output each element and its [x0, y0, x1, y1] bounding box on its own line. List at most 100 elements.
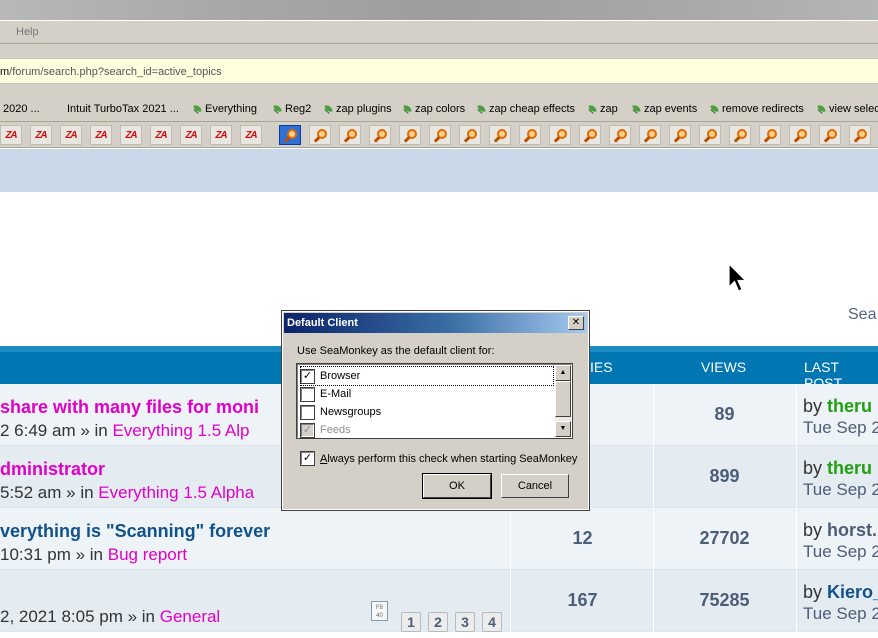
forum-link[interactable]: Everything 1.5 Alpha	[98, 483, 254, 502]
topic-title-link[interactable]: dministrator	[0, 459, 105, 480]
bookmark-label: zap cheap effects	[489, 103, 576, 115]
bookmark-item[interactable]: 2020 ...	[3, 103, 40, 115]
zap-button-icon[interactable]: ZA	[210, 125, 232, 145]
scroll-thumb[interactable]	[555, 381, 571, 417]
search-button-icon[interactable]	[849, 125, 871, 145]
zap-glyph: ZA	[35, 129, 47, 141]
search-button-icon[interactable]	[309, 125, 331, 145]
client-option[interactable]: ✓ Feeds	[300, 421, 553, 439]
column-views: VIEWS	[701, 359, 747, 375]
search-button-icon[interactable]	[369, 125, 391, 145]
search-button-icon[interactable]	[459, 125, 481, 145]
close-icon[interactable]: ✕	[568, 316, 584, 330]
author-link[interactable]: theru	[827, 458, 872, 478]
bookmark-leaf-icon	[324, 104, 333, 115]
topic-meta: 10:31 pm » in Bug report	[0, 545, 187, 565]
topic-time: 2, 2021 8:05 pm » in	[0, 607, 160, 626]
ok-button[interactable]: OK	[422, 473, 492, 499]
client-listbox[interactable]: ✓ Browser E-Mail Newsgroups ✓ Feeds ▲ ▼	[296, 363, 573, 439]
client-label: Browser	[320, 370, 361, 382]
dialog-title-bar[interactable]: Default Client ✕	[284, 313, 587, 333]
bookmark-item[interactable]: zap	[588, 103, 618, 115]
magnifier-icon	[796, 128, 807, 139]
listbox-scrollbar[interactable]: ▲ ▼	[555, 365, 571, 437]
menu-bar: Help	[0, 20, 878, 44]
views-count: 27702	[699, 528, 750, 548]
bookmark-item[interactable]: zap plugins	[324, 103, 392, 115]
search-button-icon[interactable]	[669, 125, 691, 145]
pagination-link[interactable]: 1	[401, 612, 421, 632]
bookmark-item[interactable]: view selec	[817, 103, 878, 115]
forum-link[interactable]: General	[160, 607, 220, 626]
bookmark-item[interactable]: zap events	[632, 103, 697, 115]
last-post-date: Tue Sep 2	[803, 542, 878, 561]
zap-button-icon[interactable]: ZA	[0, 125, 22, 145]
url-text[interactable]: m/forum/search.php?search_id=active_topi…	[0, 66, 222, 78]
magnifier-icon	[586, 128, 597, 139]
zap-button-icon[interactable]: ZA	[90, 125, 112, 145]
forum-link[interactable]: Everything 1.5 Alp	[112, 421, 249, 440]
client-checkbox[interactable]	[300, 404, 315, 420]
pagination-link[interactable]: 3	[455, 612, 475, 632]
magnifier-icon	[286, 128, 297, 139]
search-link[interactable]: Sea	[848, 306, 876, 324]
magnifier-icon	[676, 128, 687, 139]
search-button-icon[interactable]	[789, 125, 811, 145]
zap-glyph: ZA	[245, 129, 257, 141]
bookmark-item[interactable]: Intuit TurboTax 2021 ...	[67, 103, 179, 115]
scroll-down-icon[interactable]: ▼	[555, 421, 571, 437]
search-button-icon[interactable]	[579, 125, 601, 145]
author-link[interactable]: horst.	[827, 520, 877, 540]
search-button-icon[interactable]	[699, 125, 721, 145]
client-option[interactable]: ✓ Browser	[300, 366, 554, 386]
zap-glyph: ZA	[185, 129, 197, 141]
client-option[interactable]: E-Mail	[300, 385, 553, 403]
pagination-link[interactable]: 2	[428, 612, 448, 632]
search-button-icon[interactable]	[519, 125, 541, 145]
author-link[interactable]: theru	[827, 396, 872, 416]
client-checkbox[interactable]: ✓	[300, 368, 315, 384]
bookmark-item[interactable]: Everything	[193, 103, 257, 115]
client-checkbox[interactable]	[300, 386, 315, 402]
always-check-option[interactable]: ✓ Always perform this check when startin…	[300, 451, 577, 466]
zap-button-icon[interactable]: ZA	[180, 125, 202, 145]
zap-glyph: ZA	[155, 129, 167, 141]
zap-button-icon[interactable]: ZA	[240, 125, 262, 145]
cancel-button[interactable]: Cancel	[501, 474, 569, 498]
search-button-icon[interactable]	[729, 125, 751, 145]
pagination-link[interactable]: 4	[482, 612, 502, 632]
search-button-icon[interactable]	[399, 125, 421, 145]
search-button-icon[interactable]	[759, 125, 781, 145]
topic-title-link[interactable]: verything is "Scanning" forever	[0, 521, 270, 542]
bookmark-item[interactable]: Reg2	[273, 103, 311, 115]
replies-count: 12	[572, 528, 593, 548]
zap-button-icon[interactable]: ZA	[60, 125, 82, 145]
search-button-icon[interactable]	[819, 125, 841, 145]
zap-glyph: ZA	[215, 129, 227, 141]
url-bar[interactable]: m/forum/search.php?search_id=active_topi…	[0, 58, 878, 84]
bookmark-item[interactable]: zap cheap effects	[477, 103, 575, 115]
client-checkbox[interactable]: ✓	[300, 422, 315, 438]
topic-title-link[interactable]: share with many files for moni	[0, 397, 259, 418]
search-button-icon[interactable]	[279, 125, 301, 145]
search-button-icon[interactable]	[549, 125, 571, 145]
bookmark-item[interactable]: remove redirects	[710, 103, 804, 115]
scroll-up-icon[interactable]: ▲	[555, 365, 571, 381]
search-button-icon[interactable]	[339, 125, 361, 145]
zap-button-icon[interactable]: ZA	[120, 125, 142, 145]
client-option[interactable]: Newsgroups	[300, 403, 553, 421]
forum-link[interactable]: Bug report	[108, 545, 187, 564]
search-button-icon[interactable]	[429, 125, 451, 145]
search-button-icon[interactable]	[489, 125, 511, 145]
bookmark-item[interactable]: zap colors	[403, 103, 465, 115]
zap-button-icon[interactable]: ZA	[30, 125, 52, 145]
last-post-date: Tue Sep 2	[803, 480, 878, 499]
url-prefix: m	[0, 66, 10, 78]
author-link[interactable]: Kiero_	[827, 582, 878, 602]
bookmark-label: remove redirects	[722, 103, 804, 115]
always-checkbox[interactable]: ✓	[300, 451, 315, 466]
menu-help[interactable]: Help	[16, 26, 39, 38]
zap-button-icon[interactable]: ZA	[150, 125, 172, 145]
search-button-icon[interactable]	[639, 125, 661, 145]
search-button-icon[interactable]	[609, 125, 631, 145]
